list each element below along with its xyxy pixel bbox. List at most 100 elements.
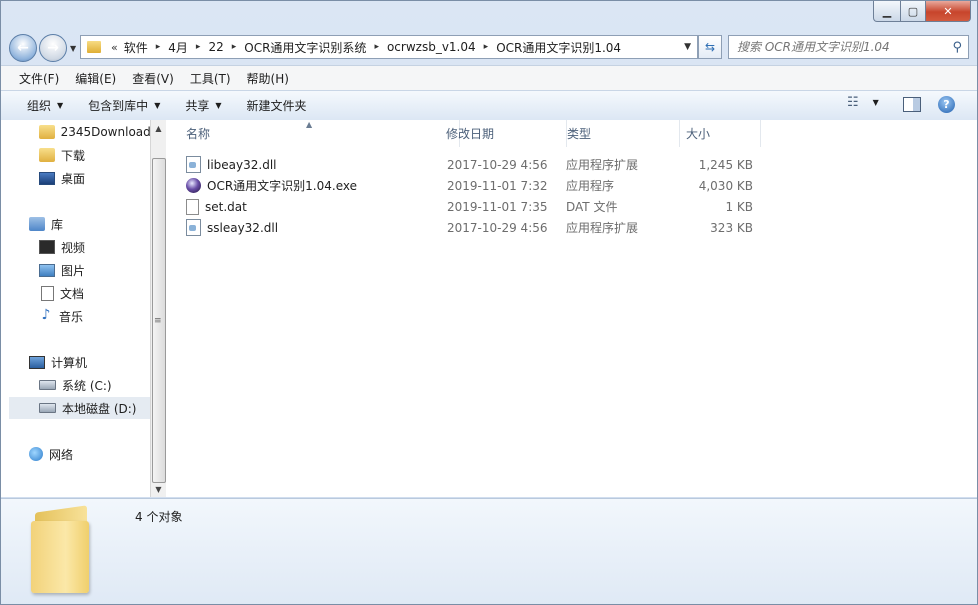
breadcrumb-separator-icon[interactable]: ▸ — [374, 42, 379, 52]
share-button[interactable]: 共享 ▼ — [185, 97, 221, 114]
new-folder-button[interactable]: 新建文件夹 — [247, 97, 307, 114]
menu-item[interactable]: 查看(V) — [132, 70, 174, 87]
address-bar[interactable]: « 软件 ▸ 4月 ▸ 22 ▸ OCR通用文字识别系统 ▸ ocrwzsb_v1.04 ▸ OCR… — [80, 35, 698, 59]
sidebar-item-libraries[interactable]: 库 — [1, 213, 150, 235]
sidebar-item-label: 文档 — [60, 286, 85, 301]
file-date: 2019-11-01 7:32 — [447, 178, 548, 193]
sidebar-item-pictures[interactable]: 图片 — [1, 259, 150, 281]
breadcrumb-item[interactable]: 软件 — [124, 39, 148, 56]
sidebar-item-label: 系统 (C:) — [62, 378, 112, 393]
sidebar-item-videos[interactable]: 视频 — [1, 236, 150, 258]
computer-icon — [29, 355, 45, 369]
menu-item[interactable]: 文件(F) — [19, 70, 59, 87]
forward-button[interactable]: → — [39, 34, 67, 62]
recent-pages-dropdown-icon[interactable]: ▼ — [70, 44, 76, 53]
breadcrumb-separator-icon[interactable]: ▸ — [196, 42, 201, 52]
caption-buttons: ▁ ▢ ✕ — [873, 1, 971, 22]
hard-drive-icon — [39, 403, 56, 413]
help-icon[interactable]: ? — [938, 96, 955, 113]
video-icon — [39, 240, 55, 254]
menu-item[interactable]: 编辑(E) — [75, 70, 116, 87]
column-header-date[interactable]: 修改日期 — [440, 120, 567, 147]
sidebar-item-label: 图片 — [61, 263, 86, 278]
file-size: 1 KB — [725, 199, 753, 214]
sidebar-item-label: 下载 — [61, 148, 86, 163]
dll-file-icon — [186, 219, 201, 236]
chevron-down-icon: ▼ — [154, 101, 161, 110]
minimize-button[interactable]: ▁ — [873, 1, 901, 22]
desktop-icon — [39, 171, 55, 185]
navigation-pane-scrollbar[interactable]: ▲ ≡ ▼ — [150, 120, 166, 497]
scroll-up-arrow-icon[interactable]: ▲ — [151, 120, 166, 136]
menu-item[interactable]: 工具(T) — [190, 70, 231, 87]
file-date: 2017-10-29 4:56 — [447, 157, 548, 172]
menu-bar: 文件(F) 编辑(E) 查看(V) 工具(T) 帮助(H) — [1, 65, 977, 90]
search-icon[interactable]: ⚲ — [952, 40, 962, 55]
breadcrumb-item[interactable]: OCR通用文字识别系统 — [244, 39, 366, 56]
sidebar-item-music[interactable]: ♪ 音乐 — [1, 305, 150, 327]
sidebar-item-drive-c[interactable]: 系统 (C:) — [1, 374, 150, 396]
column-header-label: 名称 — [186, 127, 211, 141]
file-size: 1,245 KB — [698, 157, 753, 172]
breadcrumb-separator-icon[interactable]: ▸ — [232, 42, 237, 52]
sidebar-item-label: 视频 — [61, 240, 86, 255]
sidebar-item-label: 网络 — [49, 447, 74, 462]
maximize-button[interactable]: ▢ — [901, 1, 926, 22]
view-list-icon: ☷ — [847, 95, 859, 110]
file-row[interactable]: libeay32.dll 2017-10-29 4:56 应用程序扩展 1,245 K… — [186, 154, 777, 175]
scrollbar-grip-icon: ≡ — [154, 316, 162, 326]
breadcrumb-item[interactable]: 4月 — [168, 39, 188, 56]
sidebar-item-computer[interactable]: 计算机 — [1, 351, 150, 373]
breadcrumb-item[interactable]: OCR通用文字识别1.04 — [496, 39, 621, 56]
system-drive-icon — [39, 380, 56, 390]
sidebar-item-label: 桌面 — [61, 171, 86, 186]
file-name: ssleay32.dll — [207, 220, 279, 235]
libraries-icon — [29, 217, 45, 231]
sidebar-item-2345downloads[interactable]: 2345Downloads — [1, 121, 150, 143]
dat-file-icon — [186, 198, 199, 215]
file-name: set.dat — [205, 199, 247, 214]
breadcrumb-separator-icon[interactable]: ▸ — [156, 42, 161, 52]
item-count: 4 个对象 — [135, 510, 183, 524]
file-type: 应用程序 — [566, 179, 615, 193]
sidebar-item-desktop[interactable]: 桌面 — [1, 167, 150, 189]
breadcrumb-separator-icon[interactable]: ▸ — [484, 42, 489, 52]
view-options-button[interactable]: ☷ ▼ — [847, 95, 879, 110]
include-in-library-button[interactable]: 包含到库中 ▼ — [88, 97, 160, 114]
file-row[interactable]: ssleay32.dll 2017-10-29 4:56 应用程序扩展 323 KB — [186, 217, 777, 238]
exe-app-icon — [186, 178, 201, 193]
file-row[interactable]: set.dat 2019-11-01 7:35 DAT 文件 1 KB — [186, 196, 777, 217]
file-list: ▲ 名称 修改日期 类型 大小 libeay32.dll 2017-10-29 4… — [166, 120, 977, 497]
breadcrumb-item[interactable]: ocrwzsb_v1.04 — [387, 40, 476, 54]
refresh-icon[interactable]: ⇆ — [698, 35, 722, 59]
organize-button[interactable]: 组织 ▼ — [27, 97, 63, 114]
column-header-label: 类型 — [567, 127, 592, 141]
pictures-icon — [39, 263, 55, 277]
preview-pane-icon[interactable] — [903, 97, 921, 112]
file-name: OCR通用文字识别1.04.exe — [207, 179, 357, 193]
sidebar-item-network[interactable]: 网络 — [1, 443, 150, 465]
chevron-down-icon: ▼ — [57, 101, 64, 110]
sidebar-item-documents[interactable]: 文档 — [1, 282, 150, 304]
navigation-buttons: ← → ▼ — [9, 34, 76, 62]
breadcrumb-item[interactable]: 22 — [208, 40, 223, 54]
column-header-type[interactable]: 类型 — [561, 120, 680, 147]
column-header-name[interactable]: 名称 — [166, 120, 460, 147]
file-row[interactable]: OCR通用文字识别1.04.exe 2019-11-01 7:32 应用程序 4,03… — [186, 175, 777, 196]
address-dropdown-icon[interactable]: ▼ — [684, 42, 691, 52]
close-button[interactable]: ✕ — [926, 1, 971, 22]
navigation-pane: 2345Downloads 下载 桌面 库 视频 图片 文档 ♪ 音乐 计算机 系… — [1, 120, 150, 497]
address-overflow-chevron[interactable]: « — [111, 41, 118, 54]
column-header-size[interactable]: 大小 — [680, 120, 761, 147]
sidebar-item-downloads[interactable]: 下载 — [1, 144, 150, 166]
network-icon — [29, 447, 43, 461]
search-input[interactable] — [729, 39, 944, 55]
sidebar-item-drive-d[interactable]: 本地磁盘 (D:) — [9, 397, 150, 419]
file-type: DAT 文件 — [566, 200, 618, 214]
scroll-down-arrow-icon[interactable]: ▼ — [151, 481, 166, 497]
file-size: 4,030 KB — [698, 178, 753, 193]
back-button[interactable]: ← — [9, 34, 37, 62]
downloads-folder-icon — [39, 148, 55, 162]
search-box[interactable]: ⚲ — [728, 35, 969, 59]
menu-item[interactable]: 帮助(H) — [247, 70, 289, 87]
